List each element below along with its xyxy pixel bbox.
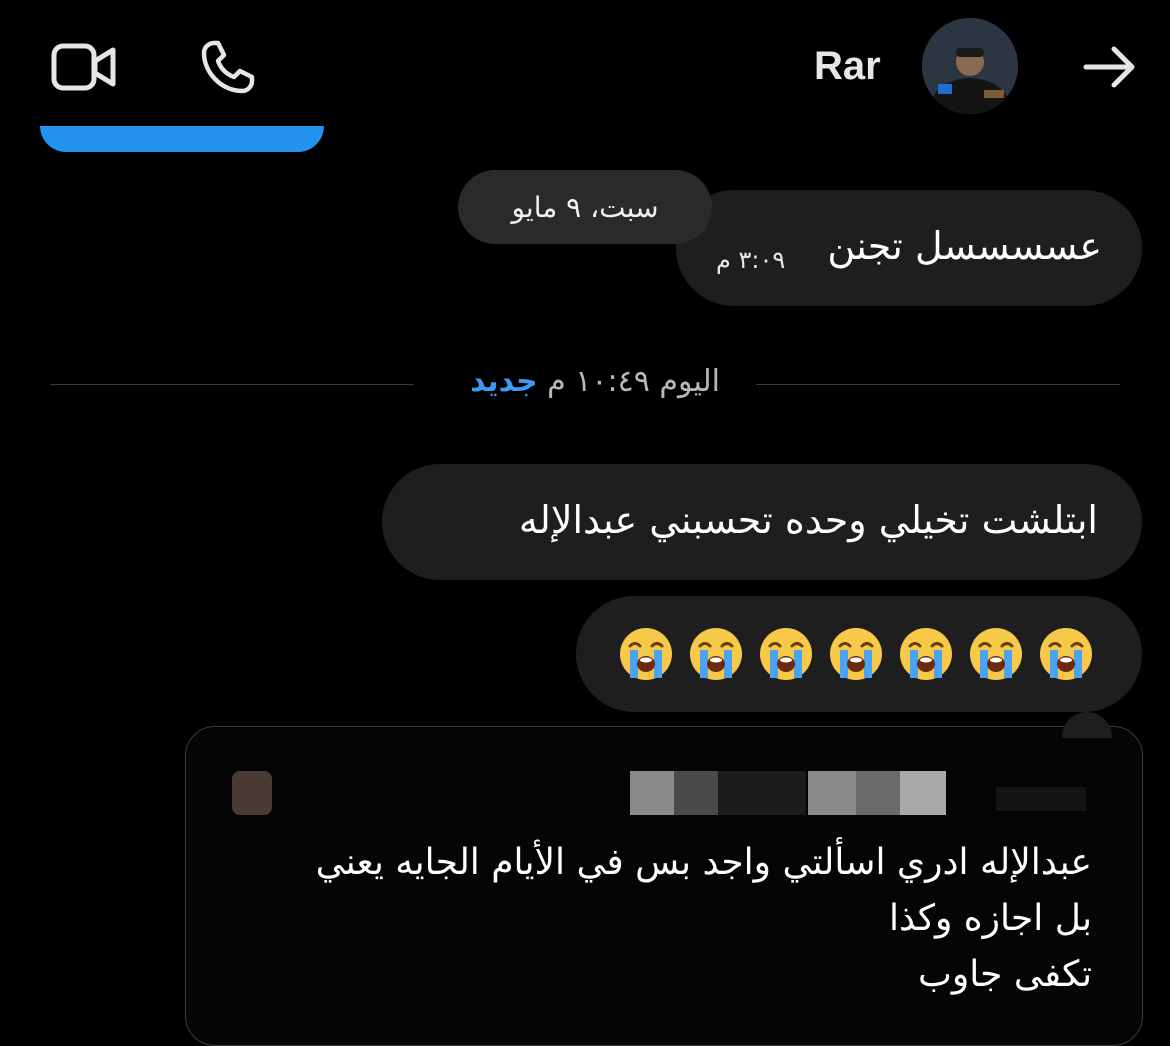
new-messages-divider: اليوم ١٠:٤٩ م جديد <box>448 364 720 399</box>
avatar[interactable] <box>922 18 1018 114</box>
shared-note-card[interactable]: عبدالإله ادري اسألتي واجد بس في الأيام ا… <box>185 726 1143 1046</box>
message-time: ٣:٠٩ م <box>716 246 786 274</box>
redacted-block <box>996 787 1086 811</box>
note-line: تكفى جاوب <box>917 954 1092 995</box>
emoji-row <box>618 626 1094 682</box>
divider-time: اليوم ١٠:٤٩ م <box>547 364 720 399</box>
message-bubble[interactable]: ابتلشت تخيلي وحده تحسبني عبدالإله <box>382 464 1142 580</box>
message-text: عسسسسل تجنن <box>827 224 1102 268</box>
redacted-block <box>630 771 674 815</box>
loudly-crying-face-icon <box>1040 628 1092 680</box>
divider-line-right <box>756 384 1120 385</box>
new-label: جديد <box>470 364 538 399</box>
loudly-crying-face-icon <box>830 628 882 680</box>
loudly-crying-face-icon <box>690 628 742 680</box>
note-line: عبدالإله ادري اسألتي واجد بس في الأيام ا… <box>315 842 1092 883</box>
reply-bar-indicator <box>40 126 324 152</box>
back-button[interactable] <box>1070 27 1150 107</box>
redacted-block <box>808 771 856 815</box>
redacted-block <box>718 771 762 815</box>
loudly-crying-face-icon <box>970 628 1022 680</box>
message-bubble[interactable]: عسسسسل تجنن ٣:٠٩ م <box>676 190 1142 306</box>
date-chip: سبت، ٩ مايو <box>458 170 712 244</box>
redacted-block <box>762 771 806 815</box>
video-call-button[interactable] <box>44 27 124 107</box>
avatar-photo-icon <box>922 18 1018 114</box>
card-corner-tab <box>1062 712 1112 738</box>
loudly-crying-face-icon <box>620 628 672 680</box>
emoji-message-bubble[interactable] <box>576 596 1142 712</box>
redacted-block <box>232 771 272 815</box>
video-call-icon <box>51 43 116 91</box>
note-line: بل اجازه وكذا <box>888 898 1092 939</box>
back-arrow-icon <box>1083 46 1135 88</box>
redacted-block <box>856 771 900 815</box>
loudly-crying-face-icon <box>760 628 812 680</box>
phone-call-button[interactable] <box>188 27 268 107</box>
redacted-block <box>674 771 718 815</box>
message-text: ابتلشت تخيلي وحده تحسبني عبدالإله <box>518 498 1098 542</box>
loudly-crying-face-icon <box>900 628 952 680</box>
contact-name[interactable]: Rar <box>814 44 881 89</box>
phone-icon <box>201 40 255 94</box>
divider-line-left <box>50 384 414 385</box>
redacted-block <box>900 771 946 815</box>
